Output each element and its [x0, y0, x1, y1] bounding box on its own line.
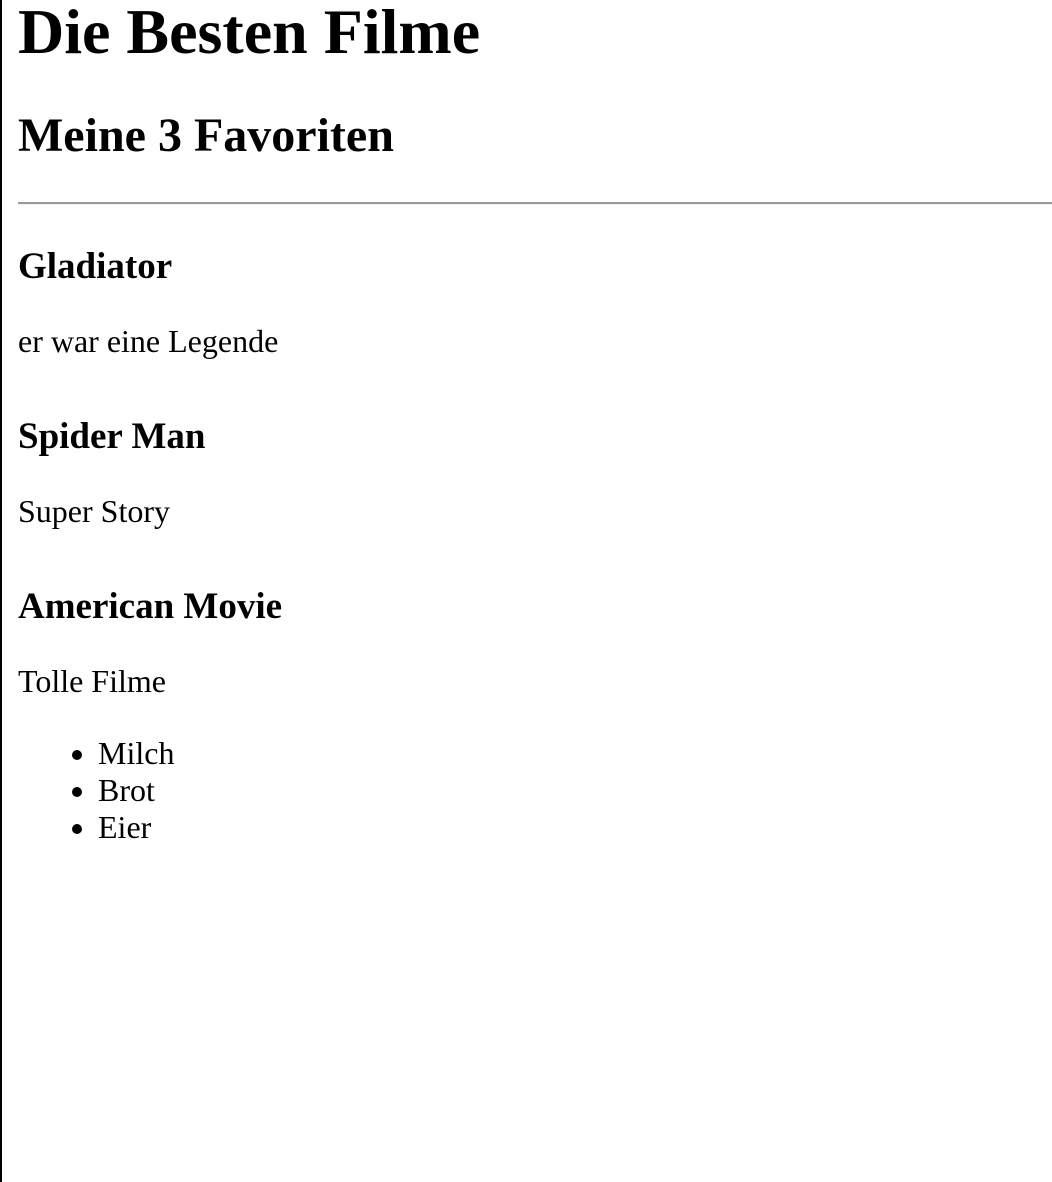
movie-title: Gladiator [18, 246, 173, 287]
page-subtitle: Meine 3 Favoriten [18, 109, 394, 162]
horizontal-divider [18, 202, 1052, 205]
line-break-spacer [18, 359, 1052, 417]
line-break-spacer [18, 529, 1052, 587]
movie-gladiator: Gladiator er war eine Legende [18, 246, 1052, 360]
window-left-border [0, 0, 2, 1182]
list-item: Eier [98, 809, 1052, 846]
movie-american-movie: American Movie Tolle Filme [18, 586, 1052, 700]
bullet-list: Milch Brot Eier [18, 735, 1052, 846]
movie-title: Spider Man [18, 416, 206, 457]
list-item: Milch [98, 735, 1052, 772]
movie-spider-man: Spider Man Super Story [18, 416, 1052, 530]
page-content: Die Besten Filme Meine 3 Favoriten Gladi… [18, 0, 1052, 846]
movie-title: American Movie [18, 586, 283, 627]
list-item: Brot [98, 772, 1052, 809]
movie-description: er war eine Legende [18, 323, 279, 359]
page-title: Die Besten Filme [18, 0, 481, 67]
movie-description: Tolle Filme [18, 663, 166, 699]
movie-description: Super Story [18, 493, 170, 529]
